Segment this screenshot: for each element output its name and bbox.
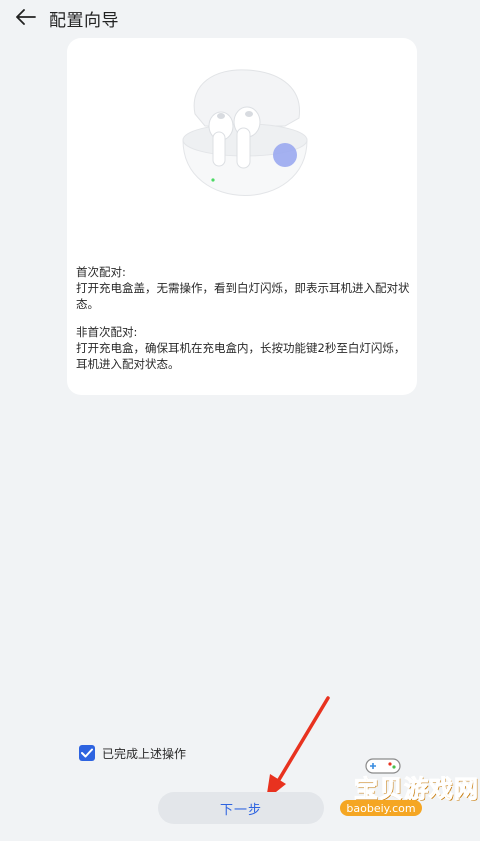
watermark-brand: 宝贝游戏网 <box>354 775 479 804</box>
instruction-card: 首次配对: 打开充电盒盖，无需操作，看到白灯闪烁，即表示耳机进入配对状态。 非首… <box>67 38 417 395</box>
back-button[interactable] <box>12 4 40 30</box>
annotation-arrow <box>266 696 330 800</box>
confirm-row[interactable]: 已完成上述操作 <box>79 744 186 762</box>
first-pair-instructions: 首次配对: 打开充电盒盖，无需操作，看到白灯闪烁，即表示耳机进入配对状态。 <box>76 264 412 312</box>
watermark-logo: 宝贝游戏网 baobeiy.com <box>330 755 480 825</box>
first-pair-heading: 首次配对: <box>76 265 126 279</box>
next-step-button[interactable]: 下一步 <box>158 792 324 824</box>
earbuds-case-illustration <box>182 69 308 196</box>
page-title: 配置向导 <box>49 11 119 31</box>
watermark-url: baobeiy.com <box>340 800 422 816</box>
repeat-pair-heading: 非首次配对: <box>76 325 138 339</box>
repeat-pair-instructions: 非首次配对: 打开充电盒，确保耳机在充电盒内，长按功能键2秒至白灯闪烁，耳机进入… <box>76 324 412 372</box>
top-bar: 配置向导 <box>0 0 480 34</box>
repeat-pair-text: 打开充电盒，确保耳机在充电盒内，长按功能键2秒至白灯闪烁，耳机进入配对状态。 <box>76 341 406 371</box>
confirm-checkbox[interactable] <box>79 745 95 761</box>
confirm-label: 已完成上述操作 <box>102 746 187 761</box>
checkmark-icon <box>81 748 93 758</box>
first-pair-text: 打开充电盒盖，无需操作，看到白灯闪烁，即表示耳机进入配对状态。 <box>76 281 410 311</box>
back-arrow-icon <box>16 9 36 25</box>
